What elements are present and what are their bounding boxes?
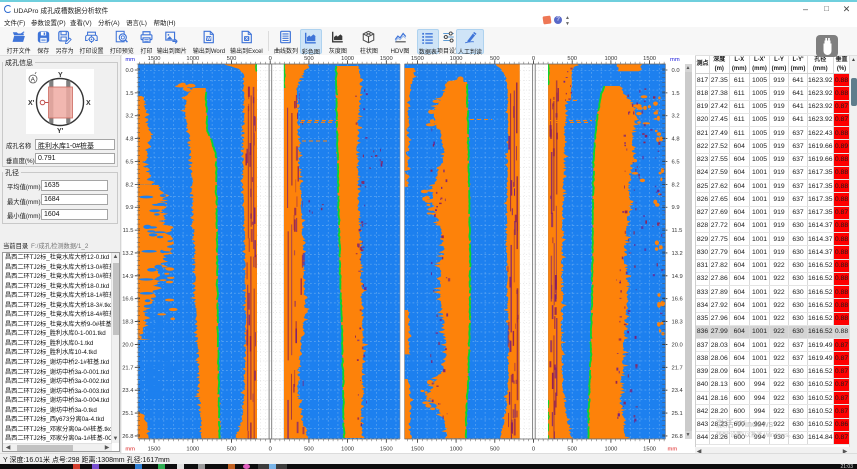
svg-text:25.1: 25.1 xyxy=(672,411,683,417)
svg-text:0.0: 0.0 xyxy=(672,68,680,74)
svg-text:X: X xyxy=(86,100,91,107)
svg-text:1000: 1000 xyxy=(341,447,354,453)
svg-text:Y: Y xyxy=(58,72,63,79)
svg-text:mm: mm xyxy=(125,57,135,63)
svg-text:1500: 1500 xyxy=(380,447,393,453)
svg-text:9.9: 9.9 xyxy=(672,205,680,211)
svg-text:18.3: 18.3 xyxy=(672,320,683,326)
svg-text:9.9: 9.9 xyxy=(125,205,133,211)
svg-text:11.5: 11.5 xyxy=(123,228,134,234)
svg-text:16.6: 16.6 xyxy=(672,297,683,303)
svg-text:1000: 1000 xyxy=(604,447,617,453)
svg-text:A: A xyxy=(31,77,36,84)
svg-text:3.2: 3.2 xyxy=(125,114,133,120)
svg-text:mm: mm xyxy=(125,447,135,453)
svg-text:W: W xyxy=(207,36,212,42)
svg-text:26.8: 26.8 xyxy=(122,434,133,440)
svg-text:500: 500 xyxy=(567,447,577,453)
svg-text:6.5: 6.5 xyxy=(672,159,680,165)
svg-text:21.7: 21.7 xyxy=(122,365,133,371)
svg-text:20.0: 20.0 xyxy=(672,342,683,348)
svg-text:1.5: 1.5 xyxy=(125,91,133,97)
svg-text:26.8: 26.8 xyxy=(672,434,683,440)
svg-text:mm: mm xyxy=(668,447,678,453)
svg-text:4.8: 4.8 xyxy=(125,137,133,143)
svg-text:11.5: 11.5 xyxy=(672,228,683,234)
svg-text:500: 500 xyxy=(490,447,500,453)
svg-text:6.5: 6.5 xyxy=(125,159,133,165)
svg-text:1.5: 1.5 xyxy=(672,91,680,97)
svg-text:8.2: 8.2 xyxy=(125,182,133,188)
svg-text:500: 500 xyxy=(227,447,237,453)
svg-text:23.4: 23.4 xyxy=(672,388,684,394)
svg-text:13.2: 13.2 xyxy=(122,251,133,257)
svg-text:1500: 1500 xyxy=(411,447,424,453)
svg-text:mm: mm xyxy=(670,57,680,63)
svg-text:3.2: 3.2 xyxy=(672,114,680,120)
svg-text:20.0: 20.0 xyxy=(122,342,133,348)
svg-text:1000: 1000 xyxy=(450,447,463,453)
svg-text:1000: 1000 xyxy=(186,447,199,453)
svg-text:13.2: 13.2 xyxy=(672,251,683,257)
svg-text:500: 500 xyxy=(304,447,314,453)
svg-text:8.2: 8.2 xyxy=(672,182,680,188)
svg-text:4.8: 4.8 xyxy=(672,137,680,143)
svg-text:1500: 1500 xyxy=(643,447,656,453)
svg-text:21.7: 21.7 xyxy=(672,365,683,371)
svg-text:0.0: 0.0 xyxy=(125,68,133,74)
svg-text:1500: 1500 xyxy=(148,447,161,453)
svg-text:X': X' xyxy=(28,100,35,107)
svg-text:16.6: 16.6 xyxy=(122,297,133,303)
svg-text:0: 0 xyxy=(532,447,535,453)
svg-text:14.9: 14.9 xyxy=(672,274,683,280)
svg-text:25.1: 25.1 xyxy=(122,411,133,417)
svg-text:14.9: 14.9 xyxy=(122,274,133,280)
svg-text:18.3: 18.3 xyxy=(122,320,133,326)
svg-text:0: 0 xyxy=(269,447,272,453)
svg-text:Y': Y' xyxy=(57,128,64,134)
svg-text:23.4: 23.4 xyxy=(122,388,134,394)
